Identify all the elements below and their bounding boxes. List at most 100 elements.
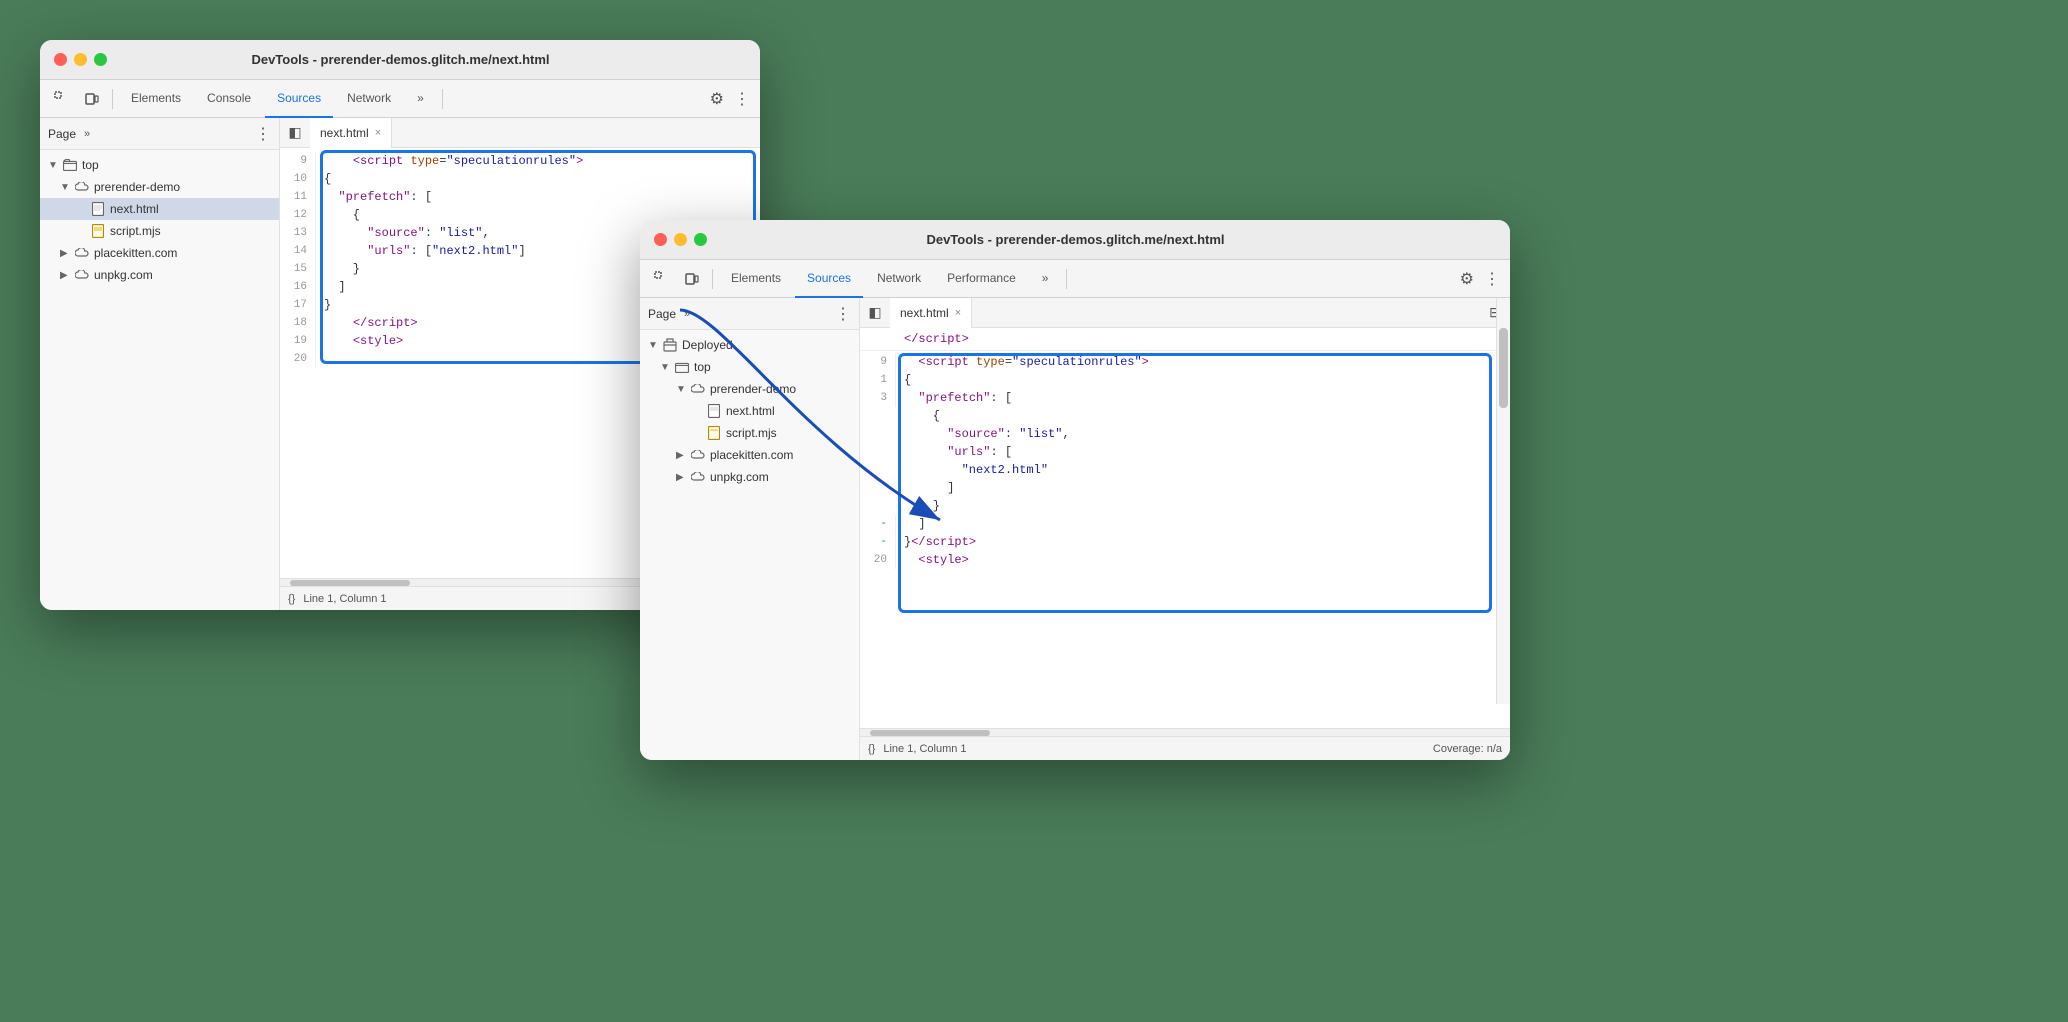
doc-icon-nexthtml-front	[706, 403, 722, 419]
tree-item-nexthtml-back[interactable]: next.html	[40, 198, 279, 220]
toolbar-divider-1	[112, 89, 113, 109]
tab-elements-front[interactable]: Elements	[719, 260, 793, 298]
tab-console-back[interactable]: Console	[195, 80, 263, 118]
tree-arrow-prerender-back: ▼	[60, 182, 72, 193]
tree-item-nexthtml-front[interactable]: next.html	[640, 400, 859, 422]
line-num-13-back: 13	[280, 224, 316, 242]
tree-item-scriptmjs-front[interactable]: script.mjs	[640, 422, 859, 444]
window-title-back: DevTools - prerender-demos.glitch.me/nex…	[55, 52, 746, 67]
code-line-close-arr-front: - ]	[860, 515, 1510, 533]
tab-network-front[interactable]: Network	[865, 260, 933, 298]
line-num-10-back: 10	[280, 170, 316, 188]
sidebar-header-front: Page » ⋮	[640, 298, 859, 330]
panel-toggle-front[interactable]: ◧	[864, 302, 886, 324]
code-tab-close-front[interactable]: ×	[955, 307, 961, 319]
code-tab-bar-front: ◧ next.html × ⊟	[860, 298, 1510, 328]
code-line-source-front: "source": "list",	[860, 425, 1510, 443]
sidebar-expand-btn-back[interactable]: »	[80, 126, 94, 142]
tree-arrow-nexthtml-front	[692, 406, 704, 417]
tree-item-placekitten-front[interactable]: ▶ placekitten.com	[640, 444, 859, 466]
tab-elements-back[interactable]: Elements	[119, 80, 193, 118]
line-num-15-back: 15	[280, 260, 316, 278]
brackets-icon-front[interactable]: {}	[868, 743, 875, 755]
tree-item-top-front[interactable]: ▼ top	[640, 356, 859, 378]
inspect-icon-front[interactable]	[648, 265, 676, 293]
tree-item-scriptmjs-back[interactable]: script.mjs	[40, 220, 279, 242]
vertical-scrollbar-front[interactable]	[1496, 298, 1510, 704]
code-line-20-front: 20 <style>	[860, 551, 1510, 569]
code-partial-top-front: </script>	[860, 328, 1510, 351]
tree-arrow-nexthtml-back	[76, 204, 88, 215]
tree-item-placekitten-back[interactable]: ▶ placekitten.com	[40, 242, 279, 264]
tree-label-deployed-front: Deployed	[682, 338, 733, 352]
code-tab-close-back[interactable]: ×	[375, 127, 381, 139]
line-num-1-front: 1	[860, 371, 896, 389]
tree-arrow-unpkg-front: ▶	[676, 472, 688, 483]
line-num-11-back: 11	[280, 188, 316, 206]
code-line-10-back: 10 {	[280, 170, 760, 188]
tree-item-prerender-back[interactable]: ▼ prerender-demo	[40, 176, 279, 198]
settings-icon-front[interactable]: ⚙	[1454, 265, 1480, 293]
tree-label-placekitten-back: placekitten.com	[94, 246, 177, 260]
tab-more-back[interactable]: »	[405, 80, 436, 118]
scroll-thumb-front[interactable]	[870, 730, 990, 736]
toolbar-back: Elements Console Sources Network » ⚙ ⋮	[40, 80, 760, 118]
tab-performance-front[interactable]: Performance	[935, 260, 1028, 298]
code-scrollbar-front[interactable]	[860, 728, 1510, 736]
toolbar-divider-front-2	[1066, 269, 1067, 289]
line-content-11-back: "prefetch": [	[324, 188, 760, 206]
code-tab-label-front: next.html	[900, 306, 949, 320]
line-content-close-bracket-front: ]	[904, 479, 1510, 497]
tree-arrow-unpkg-back: ▶	[60, 270, 72, 281]
sidebar-back: Page » ⋮ ▼ top	[40, 118, 280, 610]
tree-label-scriptmjs-back: script.mjs	[110, 224, 161, 238]
brackets-icon-back[interactable]: {}	[288, 593, 295, 605]
device-icon[interactable]	[78, 85, 106, 113]
line-content-b-front: {	[904, 407, 1510, 425]
line-num-19-back: 19	[280, 332, 316, 350]
code-content-front[interactable]: 9 <script type="speculationrules"> 1 { 3…	[860, 351, 1510, 728]
code-tab-nexthtml-front[interactable]: next.html ×	[890, 298, 972, 328]
cloud-icon-prerender-back	[74, 179, 90, 195]
line-content-9-back: <script type="speculationrules">	[324, 152, 760, 170]
tree-item-unpkg-back[interactable]: ▶ unpkg.com	[40, 264, 279, 286]
tree-item-deployed-front[interactable]: ▼ Deployed	[640, 334, 859, 356]
more-icon-front[interactable]: ⋮	[1482, 265, 1502, 293]
code-line-9-front: 9 <script type="speculationrules">	[860, 353, 1510, 371]
tree-item-top-back[interactable]: ▼ top	[40, 154, 279, 176]
line-num-20-front: 20	[860, 551, 896, 569]
code-tab-bar-back: ◧ next.html ×	[280, 118, 760, 148]
tree-item-prerender-front[interactable]: ▼ prerender-demo	[640, 378, 859, 400]
more-icon-back[interactable]: ⋮	[732, 85, 752, 113]
tree-item-unpkg-front[interactable]: ▶ unpkg.com	[640, 466, 859, 488]
folder-icon-top-back	[62, 157, 78, 173]
line-num-20-back: 20	[280, 350, 316, 368]
sidebar-expand-btn-front[interactable]: »	[680, 306, 694, 322]
status-line-col-back: Line 1, Column 1	[303, 593, 386, 605]
code-tab-nexthtml-back[interactable]: next.html ×	[310, 118, 392, 148]
device-icon-front[interactable]	[678, 265, 706, 293]
sidebar-more-btn-back[interactable]: ⋮	[255, 124, 271, 144]
line-content-urls-front: "urls": [	[904, 443, 1510, 461]
tab-sources-front[interactable]: Sources	[795, 260, 863, 298]
tab-more-front[interactable]: »	[1030, 260, 1061, 298]
panel-toggle-back[interactable]: ◧	[284, 122, 306, 144]
scrollbar-thumb-vert-front[interactable]	[1499, 328, 1508, 408]
inspect-icon[interactable]	[48, 85, 76, 113]
tree-label-unpkg-front: unpkg.com	[710, 470, 769, 484]
code-area-front: ◧ next.html × ⊟ </script>	[860, 298, 1510, 760]
sidebar-header-label-back: Page	[48, 127, 76, 141]
tab-network-back[interactable]: Network	[335, 80, 403, 118]
line-content-close-arr-front: ]	[904, 515, 1510, 533]
tab-sources-back[interactable]: Sources	[265, 80, 333, 118]
settings-icon-back[interactable]: ⚙	[704, 85, 730, 113]
cloud-icon-unpkg-back	[74, 267, 90, 283]
toolbar-divider-front-1	[712, 269, 713, 289]
line-num-9-back: 9	[280, 152, 316, 170]
sidebar-front: Page » ⋮ ▼ Deployed	[640, 298, 860, 760]
tree-label-placekitten-front: placekitten.com	[710, 448, 793, 462]
sidebar-more-btn-front[interactable]: ⋮	[835, 304, 851, 324]
scroll-thumb-back[interactable]	[290, 580, 410, 586]
tree-label-top-back: top	[82, 158, 99, 172]
sidebar-content-back: ▼ top ▼	[40, 150, 279, 610]
